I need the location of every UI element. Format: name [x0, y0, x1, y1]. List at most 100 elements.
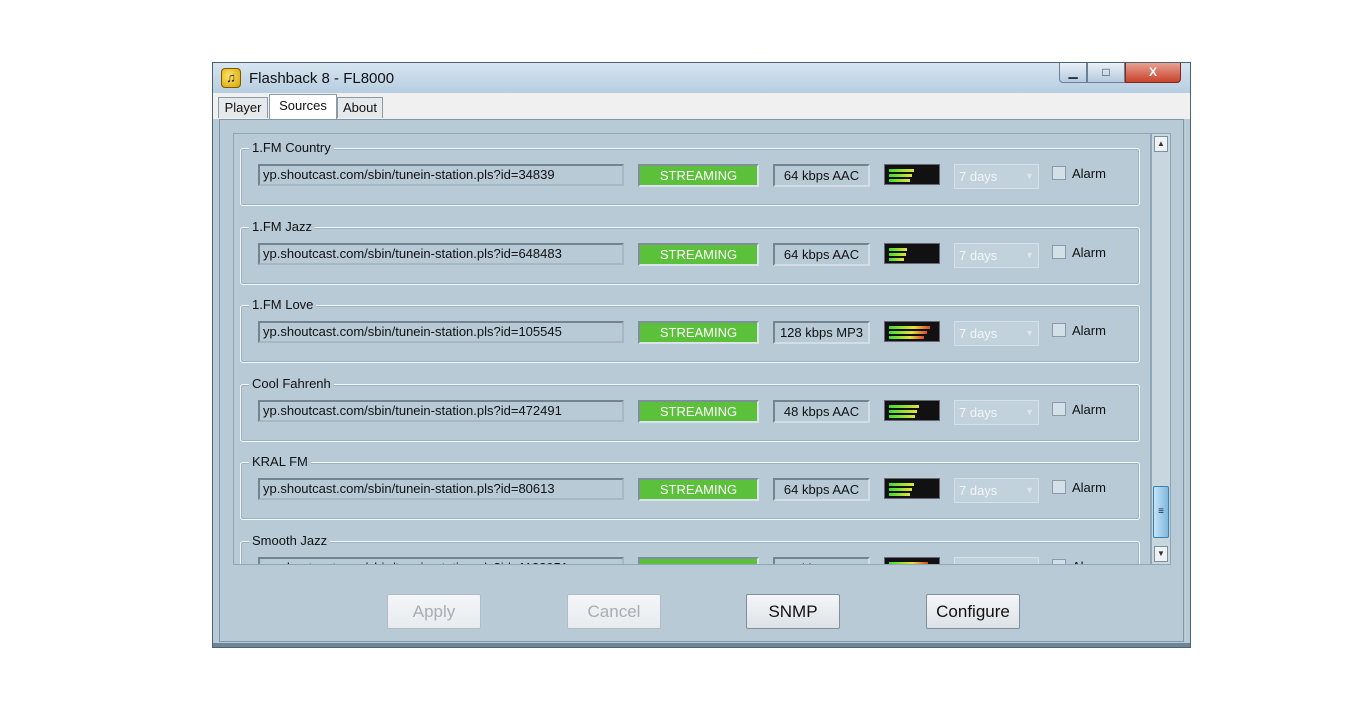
level-meter [884, 399, 940, 421]
station-name: Smooth Jazz [249, 532, 331, 548]
window-title: Flashback 8 - FL8000 [249, 70, 395, 87]
interval-dropdown[interactable]: 7 days ▼ [954, 242, 1039, 268]
status-strip [213, 643, 1190, 647]
close-button[interactable]: X [1125, 63, 1181, 83]
meter-bar [889, 257, 904, 261]
station-row: KRAL FM yp.shoutcast.com/sbin/tunein-stat… [240, 454, 1140, 520]
level-meter [884, 242, 940, 264]
alarm-checkbox[interactable] [1052, 401, 1066, 416]
status-badge: STREAMING [638, 399, 759, 423]
stream-url-field[interactable]: yp.shoutcast.com/sbin/tunein-station.pls… [258, 556, 624, 564]
snmp-button[interactable]: SNMP [746, 594, 840, 629]
alarm-label: Alarm [1072, 166, 1106, 181]
interval-value: 7 days [959, 326, 998, 341]
station-list[interactable]: 1.FM Country yp.shoutcast.com/sbin/tunein… [233, 133, 1151, 565]
status-badge: STREAMING [638, 164, 759, 187]
interval-value: 7 days [959, 169, 998, 184]
alarm-label: Alarm [1072, 480, 1106, 495]
minimize-button[interactable]: ▁ [1059, 63, 1087, 83]
station-row: Cool Fahrenh yp.shoutcast.com/sbin/tunein… [240, 375, 1140, 442]
meter-bar [889, 169, 914, 172]
meter-bar [889, 179, 910, 182]
tab-about[interactable]: About [337, 97, 383, 118]
level-meter [884, 164, 940, 185]
meter-bar [889, 493, 910, 496]
tab-sources[interactable]: Sources [269, 94, 337, 119]
meter-bar [889, 409, 917, 413]
level-meter [884, 478, 940, 499]
maximize-button[interactable]: □ [1087, 63, 1125, 83]
chevron-down-icon: ▼ [1025, 171, 1034, 181]
meter-bar [889, 561, 928, 564]
scroll-up-icon[interactable]: ▲ [1154, 136, 1168, 152]
stream-url-field[interactable]: yp.shoutcast.com/sbin/tunein-station.pls… [258, 164, 624, 186]
alarm-checkbox[interactable] [1052, 244, 1066, 259]
chevron-down-icon: ▼ [1025, 558, 1034, 565]
alarm-label: Alarm [1072, 323, 1106, 338]
level-meter [884, 321, 940, 342]
meter-bar [889, 326, 930, 329]
vertical-scrollbar[interactable]: ▲ ≡ ▼ [1151, 133, 1171, 565]
meter-bar [889, 331, 927, 334]
cancel-button[interactable]: Cancel [567, 594, 661, 629]
apply-button[interactable]: Apply [387, 594, 481, 629]
status-badge: STREAMING [638, 556, 759, 564]
chevron-down-icon: ▼ [1025, 249, 1034, 260]
stream-url-field[interactable]: yp.shoutcast.com/sbin/tunein-station.pls… [258, 242, 624, 265]
tab-bar: Player Sources About [213, 93, 1190, 119]
interval-value: 7 days [959, 483, 998, 498]
station-name: 1.FM Love [249, 297, 317, 312]
meter-bar [889, 174, 912, 177]
level-meter [884, 556, 940, 564]
bitrate-field: 64 kbps AAC [773, 478, 870, 501]
interval-dropdown[interactable]: 7 days ▼ [954, 321, 1039, 346]
station-name: KRAL FM [249, 454, 311, 469]
bitrate-field: 128 kbps MP3 [773, 321, 870, 344]
interval-dropdown[interactable]: 7 days ▼ [954, 556, 1039, 565]
alarm-label: Alarm [1072, 401, 1106, 417]
alarm-checkbox[interactable] [1052, 166, 1066, 180]
meter-bar [889, 414, 915, 418]
station-name: Cool Fahrenh [249, 375, 334, 391]
stream-url-field[interactable]: yp.shoutcast.com/sbin/tunein-station.pls… [258, 399, 624, 422]
bitrate-field: 64 kbps AAC [773, 242, 870, 266]
meter-bar [889, 252, 906, 256]
interval-value: 7 days [959, 562, 997, 565]
alarm-checkbox[interactable] [1052, 323, 1066, 337]
title-bar[interactable]: ♫ Flashback 8 - FL8000 ▁ □ X [213, 63, 1190, 93]
alarm-label: Alarm [1072, 244, 1106, 260]
meter-bar [889, 247, 907, 251]
station-row: Smooth Jazz yp.shoutcast.com/sbin/tunein-… [240, 532, 1140, 565]
station-row: 1.FM Jazz yp.shoutcast.com/sbin/tunein-st… [240, 218, 1140, 285]
status-badge: STREAMING [638, 321, 759, 344]
scroll-down-icon[interactable]: ▼ [1154, 546, 1168, 562]
music-note-icon: ♫ [221, 68, 241, 88]
interval-dropdown[interactable]: 7 days ▼ [954, 164, 1039, 189]
station-name: 1.FM Country [249, 140, 334, 155]
interval-dropdown[interactable]: 7 days ▼ [954, 478, 1039, 503]
station-row: 1.FM Country yp.shoutcast.com/sbin/tunein… [240, 140, 1140, 206]
status-badge: STREAMING [638, 242, 759, 266]
chevron-down-icon: ▼ [1025, 328, 1034, 338]
meter-bar [889, 404, 919, 408]
interval-value: 7 days [959, 247, 998, 263]
bitrate-field: 64 kbps AAC [773, 556, 870, 564]
interval-dropdown[interactable]: 7 days ▼ [954, 399, 1039, 425]
alarm-label: Alarm [1072, 559, 1106, 565]
meter-bar [889, 488, 912, 491]
status-badge: STREAMING [638, 478, 759, 501]
station-row: 1.FM Love yp.shoutcast.com/sbin/tunein-st… [240, 297, 1140, 363]
meter-bar [889, 336, 924, 339]
bitrate-field: 64 kbps AAC [773, 164, 870, 187]
station-name: 1.FM Jazz [249, 218, 315, 234]
interval-value: 7 days [959, 404, 998, 420]
alarm-checkbox[interactable] [1052, 480, 1066, 494]
alarm-checkbox[interactable] [1052, 558, 1066, 564]
tab-player[interactable]: Player [218, 97, 268, 118]
configure-button[interactable]: Configure [926, 594, 1020, 629]
meter-bar [889, 483, 914, 486]
stream-url-field[interactable]: yp.shoutcast.com/sbin/tunein-station.pls… [258, 478, 624, 500]
scroll-thumb[interactable]: ≡ [1153, 486, 1169, 538]
bitrate-field: 48 kbps AAC [773, 399, 870, 423]
stream-url-field[interactable]: yp.shoutcast.com/sbin/tunein-station.pls… [258, 321, 624, 343]
